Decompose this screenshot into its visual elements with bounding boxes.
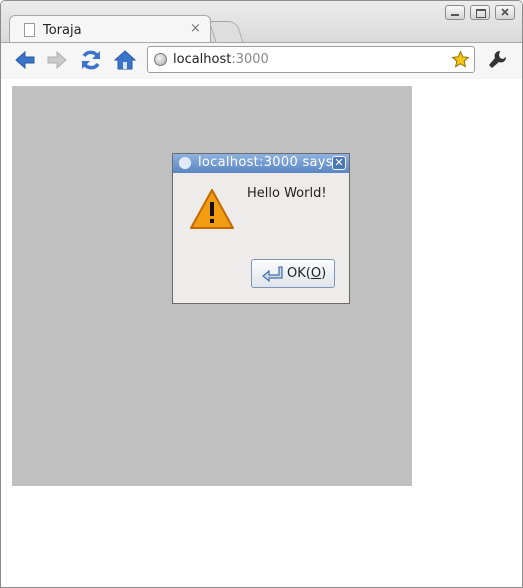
- reload-icon[interactable]: [79, 48, 103, 72]
- wrench-icon[interactable]: [486, 48, 510, 72]
- enter-arrow-icon: [262, 266, 283, 283]
- close-window-button[interactable]: [495, 5, 515, 20]
- close-icon: [501, 8, 509, 16]
- title-bar: Toraja ×: [1, 1, 522, 44]
- ok-label-mnemonic: O: [310, 266, 322, 281]
- forward-arrow-icon[interactable]: [45, 48, 69, 72]
- dialog-close-button[interactable]: ✕: [332, 156, 346, 170]
- dialog-message: Hello World!: [247, 186, 327, 201]
- page-icon: [24, 23, 35, 37]
- maximize-button[interactable]: [470, 5, 490, 20]
- browser-logo-icon: [179, 157, 191, 169]
- address-bar[interactable]: localhost:3000: [147, 46, 475, 73]
- new-tab-button[interactable]: [208, 21, 244, 42]
- ok-label-suffix: ): [321, 266, 327, 281]
- tab-close-button[interactable]: ×: [190, 21, 201, 36]
- url-host: localhost: [173, 52, 232, 67]
- tab-toraja[interactable]: Toraja ×: [9, 15, 211, 44]
- url-port: :3000: [231, 52, 269, 67]
- minimize-button[interactable]: [445, 5, 465, 20]
- ok-button[interactable]: OK(O): [251, 259, 335, 288]
- toolbar: localhost:3000: [1, 42, 522, 80]
- home-icon[interactable]: [113, 48, 137, 72]
- dialog-title-bar[interactable]: localhost:3000 says ✕: [173, 154, 349, 173]
- ok-button-label: OK(O): [287, 266, 326, 281]
- globe-icon: [154, 53, 167, 66]
- alert-dialog: localhost:3000 says ✕ Hello World! OK(O): [172, 153, 350, 304]
- url-text: localhost:3000: [173, 52, 269, 67]
- back-arrow-icon[interactable]: [13, 48, 37, 72]
- dialog-title: localhost:3000 says: [198, 155, 333, 170]
- ok-label-prefix: OK(: [287, 266, 311, 281]
- warning-icon: [190, 189, 234, 229]
- tab-title: Toraja: [43, 23, 82, 38]
- star-icon[interactable]: [451, 50, 470, 69]
